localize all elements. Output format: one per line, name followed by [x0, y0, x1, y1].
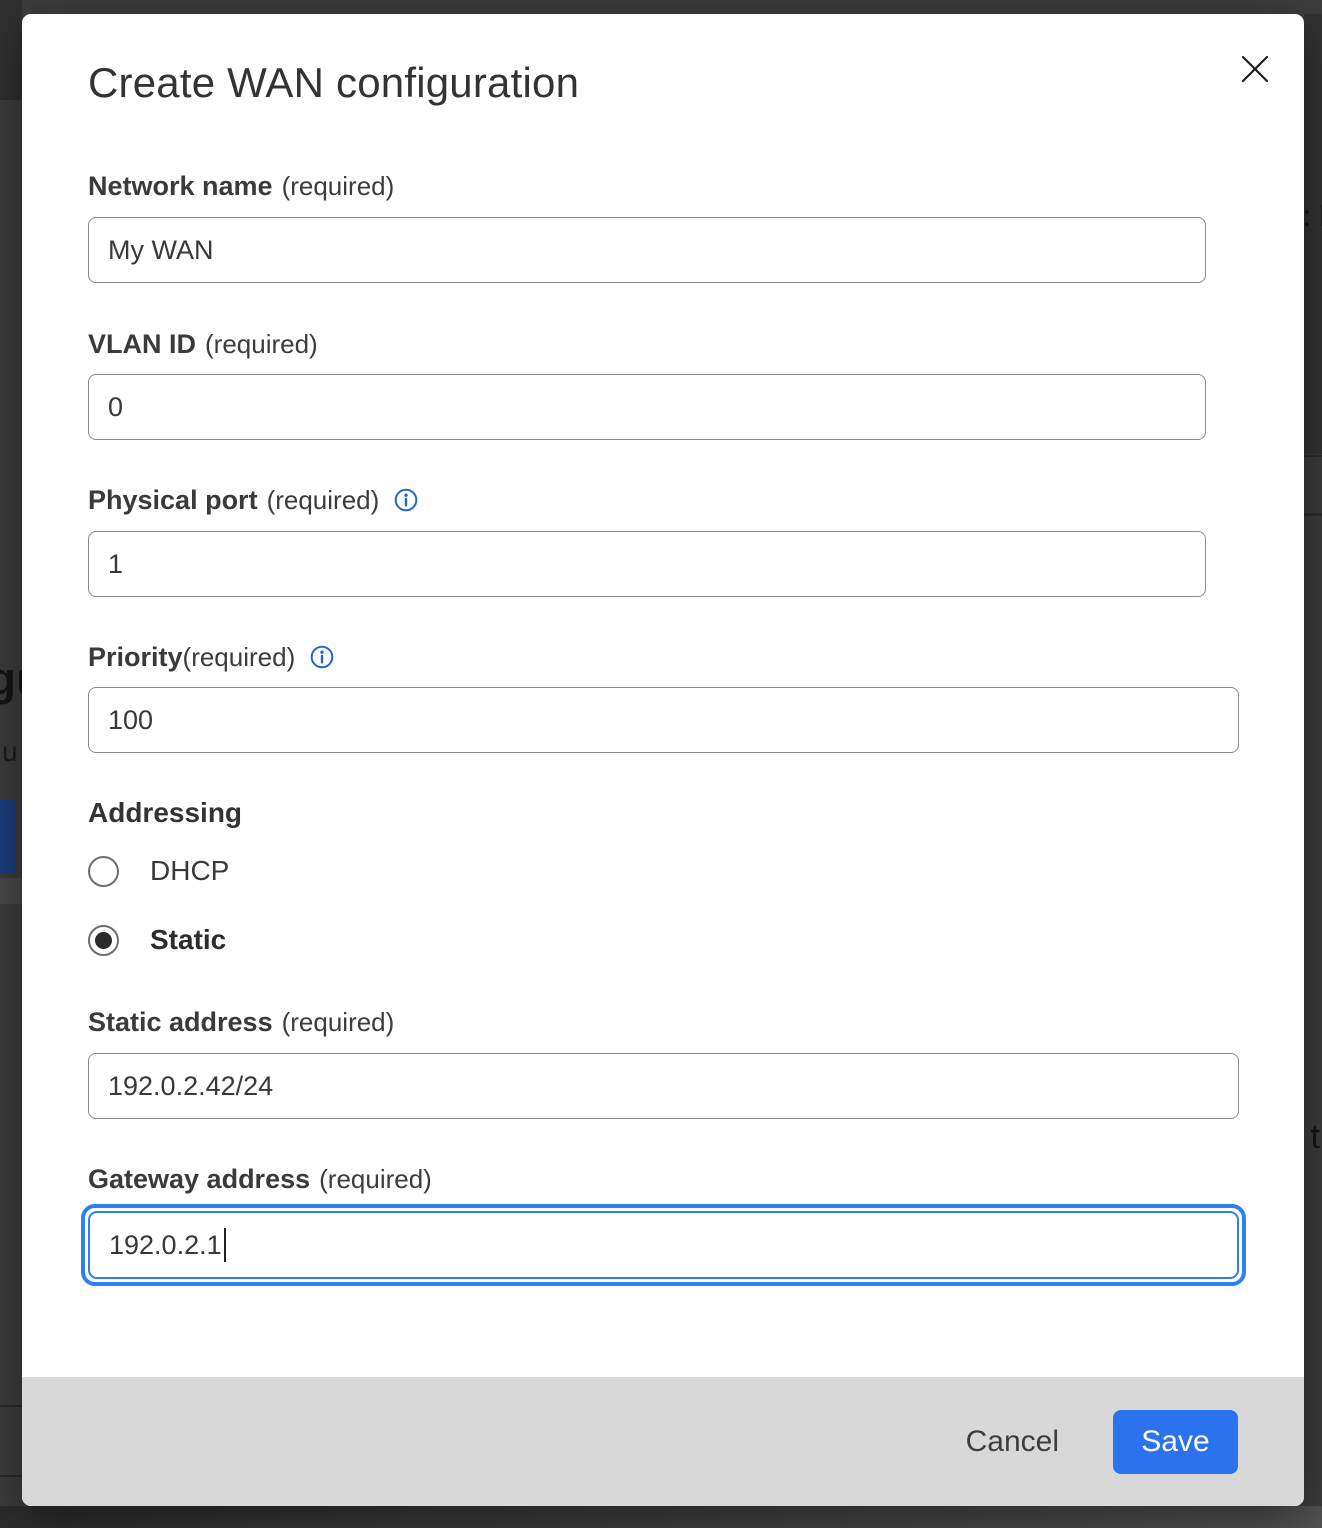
priority-input[interactable] [88, 687, 1239, 753]
dialog-title: Create WAN configuration [88, 58, 1304, 108]
radio-label: DHCP [150, 855, 229, 887]
screen: gu u : l t Create WAN configuration Netw… [0, 0, 1322, 1528]
background-bottom-strip [0, 1506, 1322, 1528]
gateway-address-label: Gateway address (required) [88, 1163, 1304, 1195]
vlan-id-label: VLAN ID (required) [88, 328, 1304, 360]
required-hint: (required) [183, 642, 296, 673]
text-cursor [224, 1228, 227, 1262]
priority-label: Priority (required) [88, 641, 1304, 673]
field-label-text: VLAN ID [88, 329, 196, 360]
field-label-text: Physical port [88, 485, 258, 516]
static-address-input[interactable] [88, 1053, 1239, 1119]
physical-port-label: Physical port (required) [88, 484, 1304, 516]
gateway-address-input[interactable]: 192.0.2.1 [88, 1211, 1239, 1279]
radio-unselected-icon[interactable] [88, 856, 119, 887]
dialog-footer: Cancel Save [22, 1377, 1304, 1506]
required-hint: (required) [282, 171, 395, 202]
required-hint: (required) [205, 329, 318, 360]
gateway-address-value: 192.0.2.1 [109, 1230, 222, 1261]
background-blue-button-fragment [0, 800, 16, 874]
addressing-heading: Addressing [88, 797, 1304, 829]
physical-port-input[interactable] [88, 531, 1206, 597]
field-label-text: Priority [88, 642, 183, 673]
background-divider [1304, 455, 1322, 457]
field-label-text: Network name [88, 171, 273, 202]
info-icon[interactable] [310, 645, 334, 669]
background-divider [1304, 513, 1322, 516]
close-icon [1241, 55, 1269, 83]
radio-label: Static [150, 924, 226, 956]
save-button[interactable]: Save [1113, 1410, 1238, 1474]
field-label-text: Static address [88, 1007, 273, 1038]
background-right-column [1304, 14, 1322, 454]
gateway-address-focus-ring: 192.0.2.1 [81, 1204, 1246, 1286]
background-text-fragment: u [2, 736, 18, 768]
background-corner-patch [0, 0, 22, 100]
background-divider [0, 1475, 22, 1477]
field-label-text: Gateway address [88, 1164, 310, 1195]
cancel-button[interactable]: Cancel [962, 1415, 1063, 1469]
required-hint: (required) [282, 1007, 395, 1038]
close-button[interactable] [1240, 54, 1270, 84]
create-wan-dialog: Create WAN configuration Network name (r… [22, 14, 1304, 1506]
info-icon[interactable] [394, 488, 418, 512]
addressing-option-static[interactable]: Static [88, 924, 1304, 956]
background-row-fragment [0, 878, 22, 904]
network-name-input[interactable] [88, 217, 1206, 283]
radio-selected-icon[interactable] [88, 925, 119, 956]
dialog-body: Create WAN configuration Network name (r… [22, 14, 1304, 1377]
required-hint: (required) [267, 485, 380, 516]
addressing-option-dhcp[interactable]: DHCP [88, 855, 1304, 887]
network-name-label: Network name (required) [88, 170, 1304, 202]
static-address-label: Static address (required) [88, 1006, 1304, 1038]
background-divider [0, 1405, 22, 1407]
required-hint: (required) [319, 1164, 432, 1195]
background-text-fragment: t [1311, 1118, 1320, 1157]
vlan-id-input[interactable] [88, 374, 1206, 440]
